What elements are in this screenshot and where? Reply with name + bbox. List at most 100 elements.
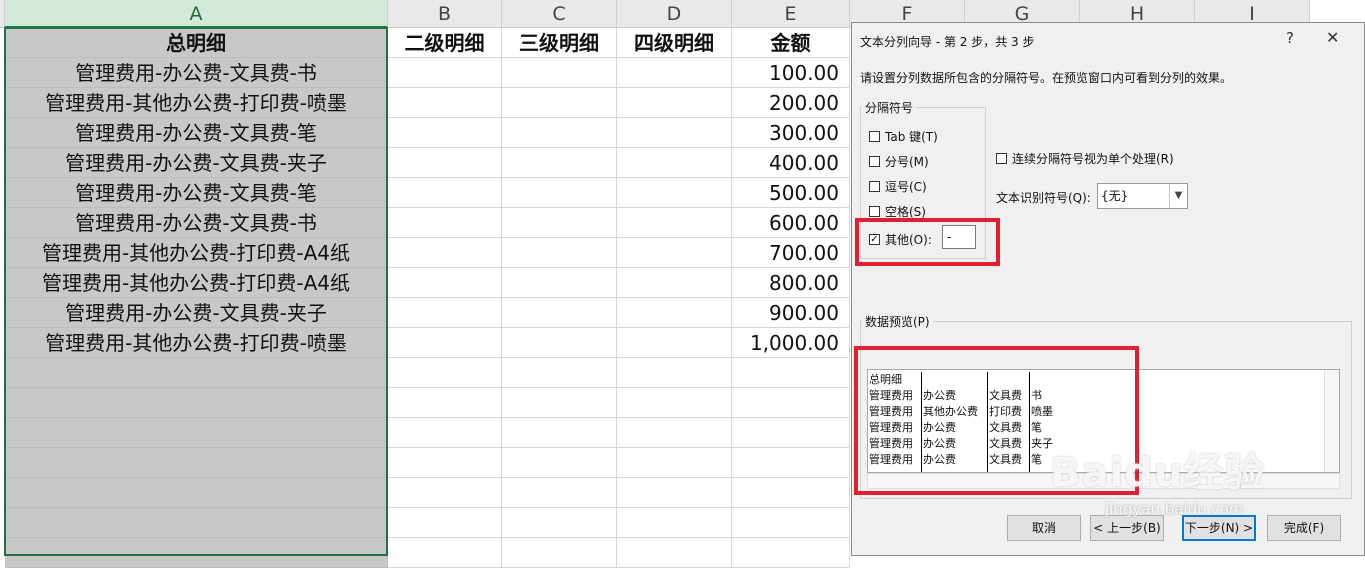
cell-detail[interactable]: 管理费用-办公费-文具费-笔 [5,118,388,148]
close-icon[interactable]: ✕ [1326,28,1339,47]
cell-empty[interactable] [502,268,617,298]
cell-empty[interactable] [502,448,617,478]
cell-empty[interactable] [388,268,502,298]
cell-empty[interactable] [388,448,502,478]
cell-empty[interactable] [388,388,502,418]
cell-empty[interactable] [502,178,617,208]
cell-empty[interactable] [617,448,732,478]
cell-empty[interactable] [617,508,732,538]
cell-amount[interactable] [732,478,850,508]
cell-detail[interactable] [5,538,388,568]
cell-empty[interactable] [388,478,502,508]
cell-empty[interactable] [617,478,732,508]
cell-empty[interactable] [502,148,617,178]
cell-amount[interactable] [732,508,850,538]
cell-empty[interactable] [502,88,617,118]
checkbox-comma[interactable]: 逗号(C) [869,178,927,195]
cell-detail[interactable] [5,448,388,478]
column-header-b[interactable]: B [388,0,502,28]
header-cell-level4[interactable]: 四级明细 [617,28,732,58]
cell-amount[interactable]: 800.00 [732,268,850,298]
cell-empty[interactable] [617,358,732,388]
cell-empty[interactable] [617,538,732,568]
cell-empty[interactable] [502,388,617,418]
cell-empty[interactable] [617,268,732,298]
cell-detail[interactable] [5,508,388,538]
cell-empty[interactable] [617,328,732,358]
cell-empty[interactable] [502,328,617,358]
cell-amount[interactable]: 500.00 [732,178,850,208]
cell-amount[interactable]: 600.00 [732,208,850,238]
checkbox-space[interactable]: 空格(S) [869,203,926,220]
help-icon[interactable]: ? [1286,29,1294,47]
cell-amount[interactable]: 1,000.00 [732,328,850,358]
cell-detail[interactable]: 管理费用-办公费-文具费-夹子 [5,148,388,178]
cell-empty[interactable] [617,208,732,238]
cell-detail[interactable] [5,418,388,448]
cell-empty[interactable] [502,508,617,538]
cell-amount[interactable] [732,388,850,418]
cell-detail[interactable]: 管理费用-其他办公费-打印费-喷墨 [5,88,388,118]
checkbox-semicolon[interactable]: 分号(M) [869,153,929,170]
cell-empty[interactable] [388,178,502,208]
cell-empty[interactable] [617,148,732,178]
header-cell-level3[interactable]: 三级明细 [502,28,617,58]
chevron-down-icon[interactable]: ▼ [1169,184,1187,208]
checkbox-other[interactable]: ✓ 其他(O): [869,231,932,248]
column-header-e[interactable]: E [732,0,850,28]
cell-empty[interactable] [502,118,617,148]
cell-empty[interactable] [502,58,617,88]
cell-empty[interactable] [502,418,617,448]
cell-amount[interactable]: 400.00 [732,148,850,178]
finish-button[interactable]: 完成(F) [1267,515,1341,541]
cell-detail[interactable]: 管理费用-其他办公费-打印费-喷墨 [5,328,388,358]
cell-empty[interactable] [502,238,617,268]
cell-detail[interactable] [5,388,388,418]
cancel-button[interactable]: 取消 [1007,515,1081,541]
cell-empty[interactable] [388,238,502,268]
cell-empty[interactable] [388,358,502,388]
cell-empty[interactable] [617,418,732,448]
cell-empty[interactable] [388,58,502,88]
cell-empty[interactable] [388,508,502,538]
column-header-d[interactable]: D [617,0,732,28]
other-delimiter-input[interactable]: - [942,225,976,249]
cell-empty[interactable] [388,298,502,328]
header-cell-amount[interactable]: 金额 [732,28,850,58]
cell-empty[interactable] [617,88,732,118]
cell-detail[interactable]: 管理费用-办公费-文具费-夹子 [5,298,388,328]
cell-empty[interactable] [388,208,502,238]
next-button[interactable]: 下一步(N) > [1182,515,1256,541]
checkbox-consecutive[interactable]: 连续分隔符号视为单个处理(R) [996,150,1174,167]
cell-empty[interactable] [388,418,502,448]
cell-amount[interactable] [732,418,850,448]
cell-empty[interactable] [388,118,502,148]
cell-empty[interactable] [388,88,502,118]
cell-detail[interactable] [5,478,388,508]
cell-detail[interactable]: 管理费用-办公费-文具费-笔 [5,178,388,208]
cell-empty[interactable] [388,148,502,178]
cell-amount[interactable]: 700.00 [732,238,850,268]
cell-amount[interactable] [732,538,850,568]
cell-amount[interactable] [732,448,850,478]
cell-empty[interactable] [617,118,732,148]
cell-amount[interactable]: 900.00 [732,298,850,328]
preview-vertical-scrollbar[interactable] [1324,370,1339,472]
cell-empty[interactable] [617,58,732,88]
cell-amount[interactable]: 200.00 [732,88,850,118]
cell-amount[interactable]: 100.00 [732,58,850,88]
checkbox-tab[interactable]: Tab 键(T) [869,128,938,145]
cell-detail[interactable]: 管理费用-其他办公费-打印费-A4纸 [5,268,388,298]
cell-detail[interactable]: 管理费用-办公费-文具费-书 [5,208,388,238]
header-cell-level2[interactable]: 二级明细 [388,28,502,58]
cell-empty[interactable] [388,328,502,358]
cell-empty[interactable] [617,298,732,328]
cell-detail[interactable]: 管理费用-办公费-文具费-书 [5,58,388,88]
cell-empty[interactable] [388,538,502,568]
cell-empty[interactable] [502,208,617,238]
cell-detail[interactable]: 管理费用-其他办公费-打印费-A4纸 [5,238,388,268]
header-cell-total[interactable]: 总明细 [5,28,388,58]
back-button[interactable]: < 上一步(B) [1090,515,1164,541]
column-header-c[interactable]: C [502,0,617,28]
cell-empty[interactable] [502,478,617,508]
